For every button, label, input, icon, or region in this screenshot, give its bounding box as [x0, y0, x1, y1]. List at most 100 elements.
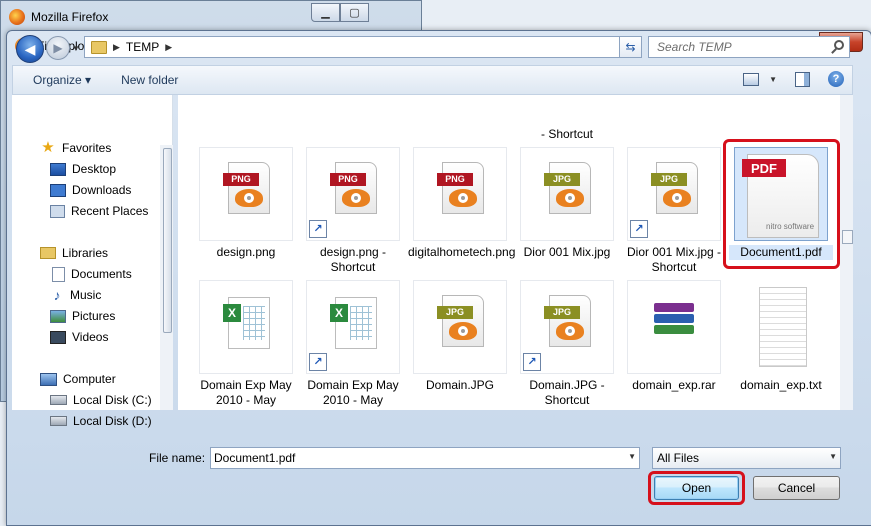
file-name: digitalhometech.png	[408, 245, 516, 259]
back-button[interactable]: ◀	[16, 35, 44, 63]
image-lens-icon	[235, 189, 263, 207]
firefox-window-controls: ▁ ▢	[311, 3, 369, 22]
nav-libraries[interactable]: Libraries	[40, 244, 108, 262]
breadcrumb-separator-icon[interactable]: ▶	[113, 42, 120, 53]
nav-downloads[interactable]: Downloads	[50, 181, 131, 199]
excel-logo-icon: X	[330, 304, 348, 322]
pictures-icon	[50, 309, 66, 323]
nav-pane-scroll-thumb[interactable]	[163, 148, 172, 333]
file-type-tag: PNG	[223, 173, 259, 186]
preview-pane-icon[interactable]	[795, 71, 810, 87]
file-name: domain_exp.rar	[632, 378, 716, 392]
image-lens-icon	[663, 189, 691, 207]
file-name-value: Document1.pdf	[214, 451, 296, 465]
nav-local-disk-c[interactable]: Local Disk (C:)	[50, 391, 152, 409]
forward-button[interactable]: ▶	[46, 36, 70, 60]
file-item-domain-exp-rar[interactable]: domain_exp.rar	[622, 280, 726, 393]
file-item-domain-exp-xls-shortcut[interactable]: X ↗ Domain Exp May 2010 - May 2011.xls -…	[301, 280, 405, 410]
organize-button[interactable]: Organize ▾	[33, 73, 91, 87]
jpg-file-icon: JPG	[651, 162, 698, 214]
computer-icon	[40, 372, 57, 386]
libraries-icon	[40, 247, 56, 259]
partial-file-label: - Shortcut	[541, 127, 594, 141]
shortcut-arrow-icon: ↗	[309, 353, 327, 371]
chevron-down-icon[interactable]: ▼	[628, 452, 636, 461]
address-bar[interactable]: ▶ TEMP ▶	[84, 36, 620, 58]
minimize-icon[interactable]: ▁	[311, 3, 340, 22]
nav-desktop-label: Desktop	[72, 162, 117, 176]
search-icon[interactable]	[834, 40, 844, 50]
search-placeholder: Search TEMP	[657, 40, 732, 54]
shortcut-arrow-icon: ↗	[309, 220, 327, 238]
file-thumbnail: JPG ↗	[627, 147, 721, 241]
disk-icon	[50, 416, 67, 426]
firefox-logo-icon	[9, 9, 25, 25]
image-lens-icon	[342, 189, 370, 207]
file-type-tag: JPG	[544, 306, 580, 319]
file-type-tag: JPG	[437, 306, 473, 319]
videos-icon	[50, 330, 66, 344]
downloads-icon	[50, 183, 66, 197]
nav-videos[interactable]: Videos	[50, 328, 108, 346]
file-item-domain-jpg[interactable]: JPG Domain.JPG	[408, 280, 512, 393]
file-item-digitalhometech-png[interactable]: PNG digitalhometech.png	[408, 147, 516, 260]
file-item-design-png[interactable]: PNG design.png	[194, 147, 298, 260]
file-thumbnail	[627, 280, 721, 374]
nav-favorites[interactable]: ★ Favorites	[40, 139, 111, 157]
file-name: Dior 001 Mix.jpg	[523, 245, 611, 259]
nav-computer-label: Computer	[63, 372, 116, 386]
firefox-title-text: Mozilla Firefox	[31, 10, 109, 24]
file-type-select[interactable]: All Files ▼	[652, 447, 841, 469]
new-folder-button[interactable]: New folder	[121, 73, 178, 87]
nav-documents[interactable]: Documents	[52, 265, 132, 283]
nav-music[interactable]: ♪ Music	[50, 286, 102, 304]
cancel-button[interactable]: Cancel	[753, 476, 840, 500]
file-name: Domain.JPG	[425, 378, 495, 392]
nav-recent-places[interactable]: Recent Places	[50, 202, 148, 220]
star-icon: ★	[41, 139, 55, 156]
text-file-icon	[759, 287, 807, 367]
nav-music-label: Music	[70, 288, 102, 302]
file-name-input[interactable]: Document1.pdf ▼	[210, 447, 640, 469]
command-bar: Organize ▾ New folder ▼ ?	[12, 65, 853, 95]
file-item-dior-jpg[interactable]: JPG Dior 001 Mix.jpg	[515, 147, 619, 260]
help-icon[interactable]: ?	[828, 71, 844, 87]
file-thumbnail: JPG	[413, 280, 507, 374]
nav-computer[interactable]: Computer	[40, 370, 116, 388]
shortcut-arrow-icon: ↗	[630, 220, 648, 238]
file-thumbnail: PNG	[413, 147, 507, 241]
nav-desktop[interactable]: Desktop	[50, 160, 116, 178]
file-type-tag: PNG	[437, 173, 473, 186]
file-thumbnail: JPG	[520, 147, 614, 241]
file-list-scroll-thumb[interactable]	[842, 230, 853, 244]
search-input[interactable]: Search TEMP	[648, 36, 850, 58]
change-view-button[interactable]: ▼	[743, 72, 777, 86]
file-thumbnail: PNG ↗	[306, 147, 400, 241]
file-item-domain-exp-xls[interactable]: X Domain Exp May 2010 - May 2011.xls	[194, 280, 298, 410]
nav-documents-label: Documents	[71, 267, 132, 281]
recent-locations-dropdown[interactable]: ▼	[72, 44, 80, 53]
file-name: Dior 001 Mix.jpg - Shortcut	[626, 245, 722, 274]
nav-local-disk-d[interactable]: Local Disk (D:)	[50, 412, 152, 430]
file-item-design-png-shortcut[interactable]: PNG ↗ design.png - Shortcut	[301, 147, 405, 275]
file-item-domain-jpg-shortcut[interactable]: JPG ↗ Domain.JPG - Shortcut	[515, 280, 619, 408]
nav-pictures[interactable]: Pictures	[50, 307, 115, 325]
view-icon	[743, 72, 760, 86]
file-thumbnail	[734, 280, 828, 374]
refresh-button[interactable]: ⇆	[620, 36, 642, 58]
file-item-dior-jpg-shortcut[interactable]: JPG ↗ Dior 001 Mix.jpg - Shortcut	[622, 147, 726, 275]
chevron-down-icon[interactable]: ▼	[829, 452, 837, 461]
refresh-icon: ⇆	[625, 40, 636, 54]
jpg-file-icon: JPG	[437, 295, 484, 347]
file-type-tag: PNG	[330, 173, 366, 186]
file-type-tag: JPG	[651, 173, 687, 186]
file-list-scrollbar[interactable]	[840, 95, 853, 410]
maximize-icon[interactable]: ▢	[340, 3, 369, 22]
chevron-down-icon[interactable]: ▼	[769, 75, 777, 84]
file-item-domain-exp-txt[interactable]: domain_exp.txt	[729, 280, 833, 393]
firefox-title: Mozilla Firefox	[9, 7, 108, 27]
selected-file-highlight	[723, 139, 840, 269]
breadcrumb-temp[interactable]: TEMP	[126, 40, 159, 54]
nav-local-disk-d-label: Local Disk (D:)	[73, 414, 152, 428]
breadcrumb-separator-icon[interactable]: ▶	[165, 42, 172, 53]
